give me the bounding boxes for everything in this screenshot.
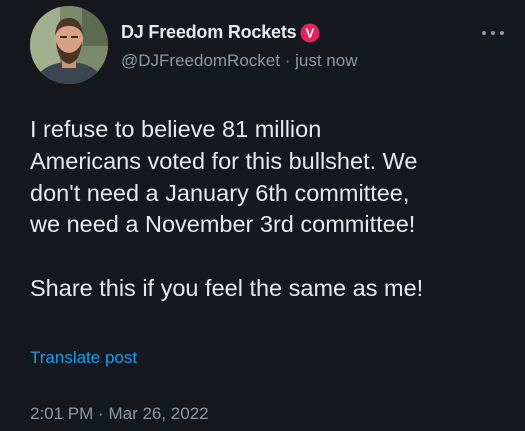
verified-badge-letter: V bbox=[306, 26, 315, 41]
tweet-text-line: I refuse to believe 81 million bbox=[30, 116, 322, 142]
tweet-text-line: we need a November 3rd committee! bbox=[30, 211, 416, 238]
post-timestamp[interactable]: 2:01 PM · Mar 26, 2022 bbox=[30, 404, 209, 424]
avatar-photo bbox=[30, 6, 108, 84]
post-time: 2:01 PM bbox=[30, 404, 94, 423]
tweet-text-second-paragraph: Share this if you feel the same as me! bbox=[30, 274, 424, 301]
timestamp-separator: · bbox=[98, 404, 104, 423]
handle-separator: · bbox=[284, 51, 291, 70]
avatar[interactable] bbox=[30, 6, 108, 84]
tweet-text-line: don't need a January 6th committee, bbox=[30, 179, 410, 206]
more-options-icon[interactable] bbox=[480, 26, 506, 40]
tweet-text: I refuse to believe 81 million Americans… bbox=[30, 114, 510, 305]
author-handle-line: @DJFreedomRocket · just now bbox=[121, 51, 357, 71]
verified-badge-icon: V bbox=[300, 23, 320, 43]
post-date: Mar 26, 2022 bbox=[108, 404, 209, 423]
translate-post-link[interactable]: Translate post bbox=[30, 348, 137, 368]
tweet-card: DJ Freedom Rockets V @DJFreedomRocket · … bbox=[0, 0, 525, 431]
time-ago: just now bbox=[295, 51, 358, 70]
author-handle[interactable]: @DJFreedomRocket bbox=[121, 51, 280, 70]
author-display-name[interactable]: DJ Freedom Rockets bbox=[121, 22, 297, 43]
tweet-text-line: Americans voted for this bullshet. We bbox=[30, 147, 418, 174]
